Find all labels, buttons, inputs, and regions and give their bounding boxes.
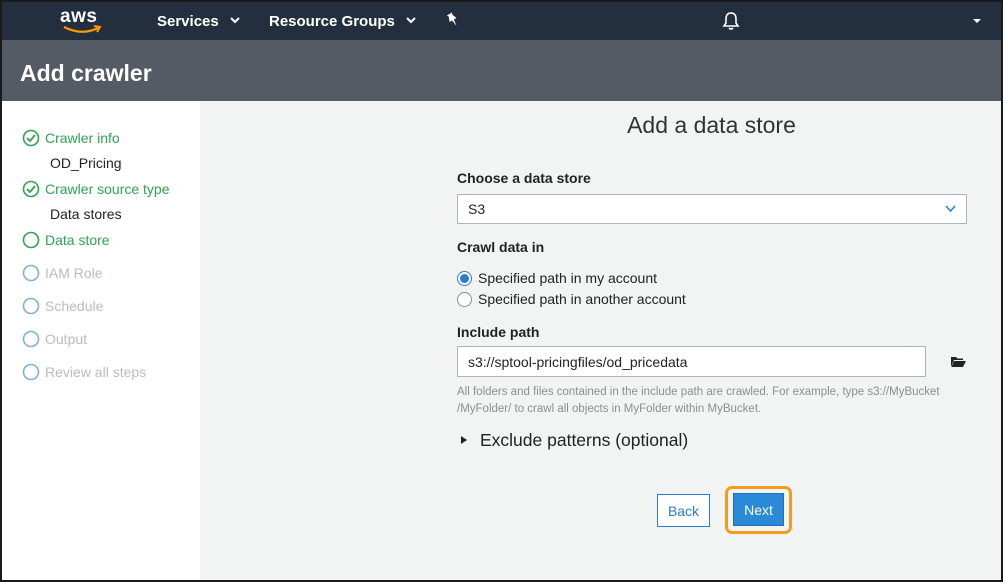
include-path-input[interactable]: s3://sptool-pricingfiles/od_pricedata [457, 346, 926, 377]
account-caret-down-icon[interactable] [972, 16, 982, 26]
radio-another-account[interactable]: Specified path in another account [457, 290, 686, 308]
folder-open-icon[interactable] [950, 355, 966, 368]
main-content-panel [200, 101, 1001, 580]
back-button[interactable]: Back [657, 494, 710, 527]
step-schedule[interactable]: Schedule [22, 296, 103, 316]
step-label: Data store [45, 232, 110, 248]
include-path-hint: All folders and files contained in the i… [457, 384, 972, 418]
data-store-label: Choose a data store [457, 170, 591, 186]
chevron-down-icon [230, 17, 240, 24]
pin-icon[interactable] [446, 12, 460, 28]
exclude-patterns-expander[interactable]: Exclude patterns (optional) [460, 430, 688, 450]
step-data-store[interactable]: Data store [22, 230, 110, 250]
circle-icon [22, 264, 40, 282]
next-button[interactable]: Next [733, 493, 784, 526]
aws-smile-icon [63, 25, 102, 33]
chevron-down-icon [406, 17, 416, 24]
hint-line: All folders and files contained in the i… [457, 386, 940, 398]
step-review-all-steps[interactable]: Review all steps [22, 362, 146, 382]
circle-icon [22, 363, 40, 381]
crawl-data-in-label: Crawl data in [457, 239, 545, 255]
chevron-down-icon [945, 205, 956, 213]
radio-label: Specified path in my account [478, 270, 657, 286]
services-menu[interactable]: Services [157, 13, 240, 30]
include-path-label: Include path [457, 324, 540, 340]
step-output[interactable]: Output [22, 329, 87, 349]
check-circle-icon [22, 180, 40, 198]
top-navigation-bar: aws Services Resource Groups [2, 2, 1001, 40]
step-crawler-source-type[interactable]: Crawler source type [22, 179, 170, 199]
radio-selected-icon [457, 270, 472, 286]
step-crawler-source-type-value: Data stores [50, 206, 122, 222]
circle-icon [22, 231, 40, 249]
step-label: Schedule [45, 298, 104, 314]
radio-unselected-icon [457, 291, 472, 307]
step-label: Crawler source type [45, 181, 170, 197]
window-frame: aws Services Resource Groups Add crawler [0, 0, 1003, 582]
exclude-patterns-label: Exclude patterns (optional) [480, 429, 689, 450]
caret-right-icon [461, 436, 467, 444]
radio-label: Specified path in another account [478, 291, 686, 307]
resource-groups-label: Resource Groups [269, 13, 395, 30]
page-title: Add crawler [20, 60, 152, 86]
circle-icon [22, 330, 40, 348]
page-header: Add crawler [2, 40, 1001, 101]
radio-my-account[interactable]: Specified path in my account [457, 269, 657, 287]
services-label: Services [157, 13, 219, 30]
section-title: Add a data store [627, 112, 796, 138]
aws-logo[interactable]: aws [60, 6, 106, 36]
step-label: IAM Role [45, 265, 103, 281]
step-label: Review all steps [45, 364, 147, 380]
step-crawler-info-value: OD_Pricing [50, 155, 122, 171]
resource-groups-menu[interactable]: Resource Groups [269, 13, 416, 30]
step-iam-role[interactable]: IAM Role [22, 263, 103, 283]
data-store-select[interactable]: S3 [457, 194, 967, 224]
data-store-selected-value: S3 [468, 201, 486, 217]
bell-icon[interactable] [722, 11, 740, 31]
step-label: Output [45, 331, 88, 347]
hint-line: /MyFolder/ to crawl all objects in MyFol… [457, 403, 762, 415]
circle-icon [22, 297, 40, 315]
